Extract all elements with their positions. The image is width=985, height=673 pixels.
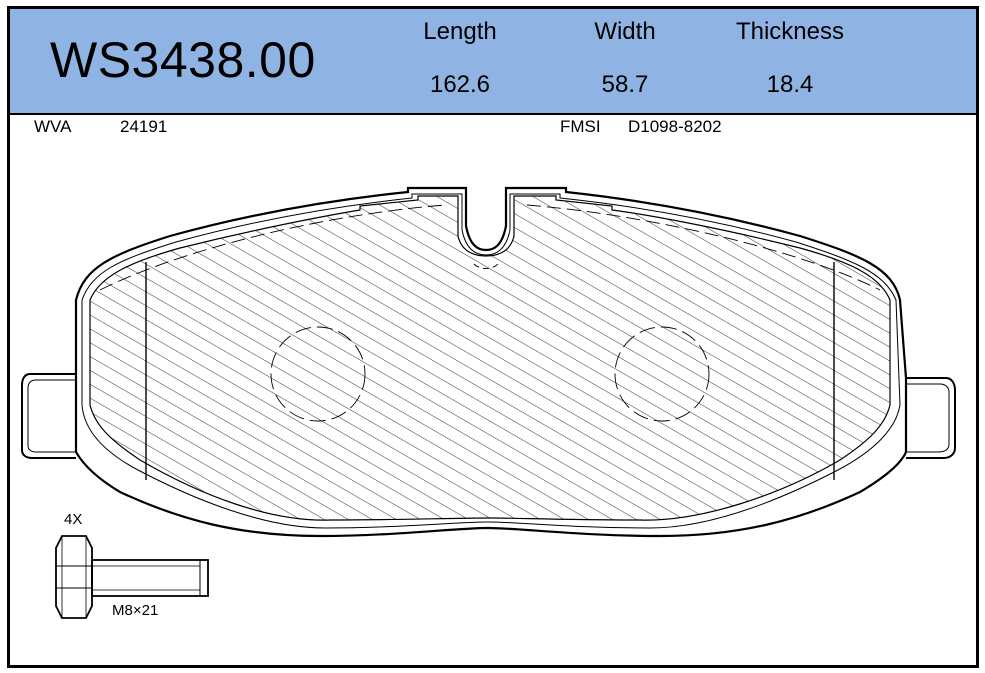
bolt-quantity: 4X	[64, 511, 82, 528]
right-tab	[906, 377, 956, 459]
left-tab	[21, 373, 76, 459]
bolt-size: M8×21	[112, 602, 158, 619]
brake-pad-drawing: 4X M8×21	[21, 186, 956, 619]
